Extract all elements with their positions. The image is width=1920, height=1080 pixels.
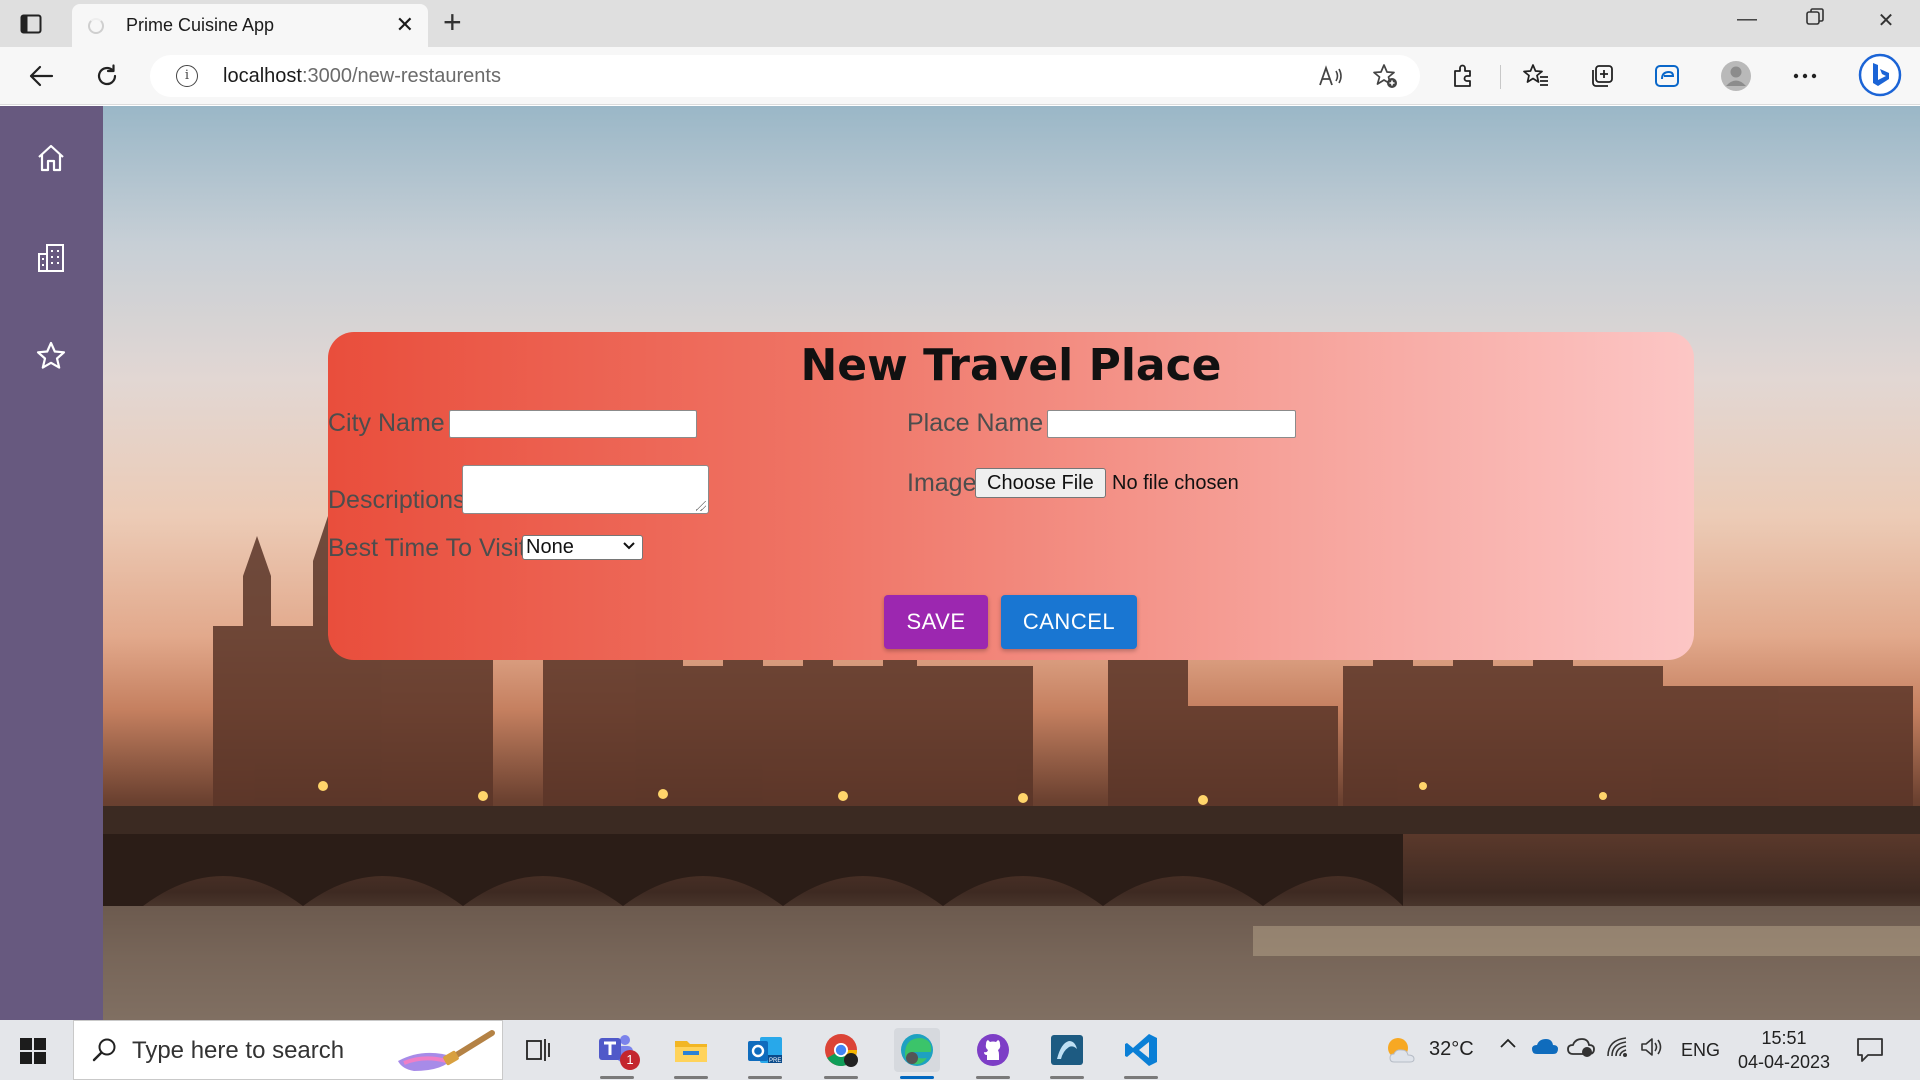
running-indicator — [976, 1076, 1010, 1079]
nav-favorites[interactable] — [33, 338, 69, 374]
paintbrush-icon — [398, 1030, 495, 1071]
running-indicator — [748, 1076, 782, 1079]
running-indicator — [824, 1076, 858, 1079]
windows-taskbar: Type here to search 1 PRE 32°C ENG 15:51… — [0, 1020, 1920, 1080]
restore-icon[interactable] — [1800, 8, 1830, 32]
city-name-input[interactable] — [449, 410, 697, 438]
onedrive-sync-icon[interactable] — [1567, 1036, 1595, 1064]
running-indicator — [1050, 1076, 1084, 1079]
more-options-icon[interactable] — [1788, 59, 1822, 93]
profile-avatar[interactable] — [1719, 59, 1753, 93]
weather-temperature[interactable]: 32°C — [1429, 1038, 1474, 1061]
svg-text:PRE: PRE — [769, 1058, 781, 1064]
url-text[interactable]: localhost:3000/new-restaurents — [223, 65, 501, 88]
resize-grip-icon[interactable] — [696, 501, 706, 511]
best-time-select[interactable]: None — [522, 535, 643, 560]
chevron-down-icon — [623, 542, 635, 550]
side-navigation — [0, 106, 103, 1020]
descriptions-textarea[interactable] — [462, 465, 709, 514]
taskbar-search[interactable]: Type here to search — [73, 1020, 503, 1080]
new-travel-place-form: New Travel Place City Name Place Name De… — [328, 332, 1694, 660]
place-name-label: Place Name — [907, 409, 1044, 437]
read-aloud-icon[interactable] — [1318, 63, 1344, 89]
form-title: New Travel Place — [800, 340, 1222, 391]
task-view-icon[interactable] — [516, 1028, 562, 1072]
collections-icon[interactable] — [1585, 59, 1619, 93]
choose-file-button[interactable]: Choose File — [975, 468, 1106, 498]
building-icon — [38, 244, 64, 272]
notifications-icon[interactable] — [1856, 1037, 1884, 1068]
running-indicator — [674, 1076, 708, 1079]
active-indicator — [900, 1076, 934, 1079]
file-explorer-icon[interactable] — [668, 1028, 714, 1079]
language-indicator[interactable]: ENG — [1681, 1040, 1720, 1061]
new-tab-icon[interactable]: + — [443, 6, 462, 38]
back-icon[interactable] — [24, 59, 58, 93]
file-status-text: No file chosen — [1112, 472, 1239, 494]
teams-app-icon[interactable]: 1 — [594, 1028, 640, 1079]
browser-tab-strip: Prime Cuisine App ✕ + — ✕ — [0, 0, 1920, 47]
search-placeholder: Type here to search — [132, 1037, 345, 1064]
running-indicator — [600, 1076, 634, 1079]
favorites-icon[interactable] — [1519, 59, 1553, 93]
best-time-label: Best Time To Visit — [328, 534, 526, 562]
refresh-icon[interactable] — [90, 59, 124, 93]
browser-toolbar: i localhost:3000/new-restaurents — [0, 47, 1920, 105]
show-hidden-icons[interactable] — [1498, 1034, 1518, 1060]
chrome-app-icon[interactable] — [818, 1028, 864, 1079]
city-name-label: City Name — [328, 409, 445, 437]
clock-time: 15:51 — [1761, 1028, 1807, 1048]
network-icon[interactable] — [1606, 1036, 1630, 1064]
address-bar[interactable]: i localhost:3000/new-restaurents — [150, 55, 1420, 97]
nav-home[interactable] — [33, 140, 69, 176]
browser-tab[interactable]: Prime Cuisine App ✕ — [72, 4, 428, 47]
cancel-button[interactable]: CANCEL — [1001, 595, 1137, 649]
tab-title: Prime Cuisine App — [126, 15, 275, 35]
onedrive-icon[interactable] — [1531, 1036, 1559, 1062]
search-icon — [92, 1038, 116, 1062]
start-button[interactable] — [20, 1038, 46, 1064]
close-window-icon[interactable]: ✕ — [1871, 8, 1901, 33]
page-viewport: New Travel Place City Name Place Name De… — [0, 106, 1920, 1020]
descriptions-label: Descriptions — [328, 486, 466, 514]
volume-icon[interactable] — [1640, 1036, 1664, 1064]
running-indicator — [1124, 1076, 1158, 1079]
site-info-icon[interactable]: i — [176, 65, 198, 87]
home-icon — [38, 144, 64, 172]
weather-icon[interactable] — [1384, 1034, 1420, 1071]
edge-app-icon[interactable] — [894, 1028, 940, 1079]
star-icon — [36, 341, 66, 369]
teams-badge: 1 — [620, 1050, 640, 1070]
github-desktop-icon[interactable] — [970, 1028, 1016, 1079]
extensions-icon[interactable] — [1446, 59, 1480, 93]
place-name-input[interactable] — [1047, 410, 1296, 438]
vscode-app-icon[interactable] — [1118, 1028, 1164, 1079]
add-favorite-icon[interactable] — [1372, 63, 1398, 89]
bing-icon[interactable] — [1858, 53, 1902, 97]
system-clock[interactable]: 15:51 04-04-2023 — [1734, 1026, 1834, 1074]
mysql-workbench-icon[interactable] — [1044, 1028, 1090, 1079]
best-time-selected: None — [526, 536, 574, 558]
outlook-app-icon[interactable]: PRE — [742, 1028, 788, 1079]
save-button[interactable]: SAVE — [884, 595, 988, 649]
tab-actions-icon[interactable] — [18, 11, 44, 37]
close-tab-icon[interactable]: ✕ — [396, 14, 414, 36]
toolbar-divider — [1500, 65, 1501, 89]
minimize-icon[interactable]: — — [1732, 8, 1762, 31]
image-label: Image — [907, 469, 977, 497]
clock-date: 04-04-2023 — [1737, 1052, 1831, 1072]
nav-places[interactable] — [33, 240, 69, 276]
loading-icon — [88, 18, 104, 34]
performance-icon[interactable] — [1650, 59, 1684, 93]
